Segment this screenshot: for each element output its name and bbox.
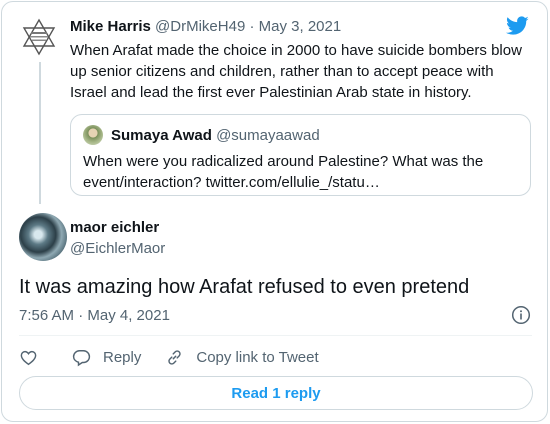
author-name[interactable]: maor eichler xyxy=(70,219,159,236)
embedded-tweet-card: Mike Harris @DrMikeH49 · May 3, 2021 Whe… xyxy=(1,1,548,422)
divider xyxy=(19,335,532,336)
heart-icon xyxy=(20,350,37,365)
thread-connector xyxy=(39,62,41,204)
tweet-actions: Reply Copy link to Tweet xyxy=(19,346,343,368)
read-replies-button[interactable]: Read 1 reply xyxy=(19,376,533,410)
reply-button[interactable]: Reply xyxy=(72,348,141,367)
reply-label: Reply xyxy=(103,348,142,366)
speech-bubble-icon xyxy=(72,349,91,366)
author-name[interactable]: Mike Harris xyxy=(70,18,151,35)
like-button[interactable] xyxy=(19,348,38,367)
tweet-timestamp[interactable]: 7:56 AM · May 4, 2021 xyxy=(19,307,170,324)
parent-tweet-text: When Arafat made the choice in 2000 to h… xyxy=(70,42,522,101)
link-icon xyxy=(168,349,182,365)
twitter-bird-icon[interactable] xyxy=(506,16,529,36)
author-handle[interactable]: @DrMikeH49 xyxy=(155,18,245,35)
avatar[interactable] xyxy=(19,17,59,57)
parent-tweet-header: Mike Harris @DrMikeH49 · May 3, 2021 xyxy=(70,18,341,35)
info-icon[interactable] xyxy=(511,305,531,325)
quoted-tweet-text: When were you radicalized around Palesti… xyxy=(83,153,484,191)
quoted-tweet[interactable]: Sumaya Awad @sumayaawad When were you ra… xyxy=(70,114,531,196)
tweet-date[interactable]: May 3, 2021 xyxy=(259,18,342,35)
author-handle: @sumayaawad xyxy=(216,127,320,144)
quoted-tweet-header: Sumaya Awad @sumayaawad xyxy=(111,127,320,144)
author-handle[interactable]: @EichlerMaor xyxy=(70,240,165,257)
separator: · xyxy=(245,18,259,35)
copy-link-label: Copy link to Tweet xyxy=(196,348,319,366)
main-tweet-text: It was amazing how Arafat refused to eve… xyxy=(19,276,470,298)
copy-link-button[interactable]: Copy link to Tweet xyxy=(165,348,319,367)
avatar[interactable] xyxy=(19,213,67,261)
author-name: Sumaya Awad xyxy=(111,127,212,144)
avatar xyxy=(83,125,103,145)
star-of-david-icon xyxy=(22,18,56,56)
